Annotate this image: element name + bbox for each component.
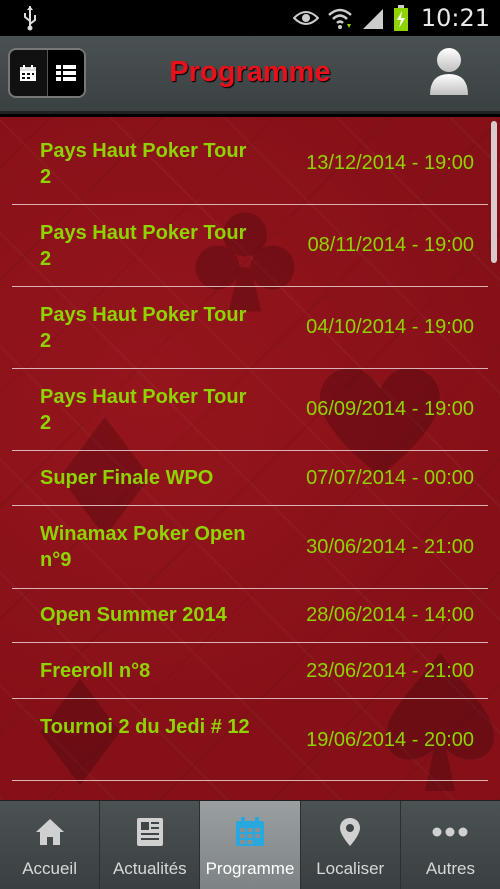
tab-label: Localiser [316,859,385,878]
event-name: Pays Haut Poker Tour 2 [40,222,247,270]
event-date: 07/07/2014 - 00:00 [306,467,474,489]
bottom-nav: Accueil Actualités Programme Localiser A… [0,800,500,889]
usb-icon [24,6,36,31]
tab-programme[interactable]: Programme [200,801,301,889]
event-name: Winamax Poker Open n°9 [40,523,246,571]
tab-autres[interactable]: Autres [400,801,500,889]
tab-accueil[interactable]: Accueil [0,801,101,889]
event-date: 23/06/2014 - 21:00 [306,660,474,682]
home-icon [35,819,64,845]
event-date: 30/06/2014 - 21:00 [306,536,474,558]
event-date: 04/10/2014 - 19:00 [306,316,474,338]
list-item[interactable]: Freeroll n°8 23/06/2014 - 21:00 [12,643,488,699]
event-name: Freeroll n°8 [40,660,151,682]
page-title: Programme [169,56,331,88]
tab-label: Autres [425,859,475,878]
event-date: 19/06/2014 - 20:00 [306,729,474,751]
calendar-icon [236,817,264,846]
location-pin-icon [340,818,361,846]
wifi-icon [327,8,352,29]
scrollbar[interactable] [491,121,497,263]
list-item[interactable]: Pays Haut Poker Tour 2 04/10/2014 - 19:0… [12,287,488,369]
tab-actualites[interactable]: Actualités [100,801,201,889]
event-name: Tournoi 2 du Jedi # 12 [40,716,250,738]
newspaper-icon [136,818,163,846]
tab-label: Actualités [112,859,187,878]
status-bar: 10:21 [0,0,500,36]
list-item[interactable]: Pays Haut Poker Tour 2 06/09/2014 - 19:0… [12,369,488,451]
event-date: 06/09/2014 - 19:00 [306,398,474,420]
list-item[interactable]: Pays Haut Poker Tour 2 08/11/2014 - 19:0… [12,205,488,287]
tab-label: Accueil [22,859,77,878]
event-date: 28/06/2014 - 14:00 [306,604,474,626]
tab-label: Programme [205,859,295,878]
event-date: 13/12/2014 - 19:00 [306,152,474,174]
signal-icon [362,9,383,29]
more-dots-icon [432,827,468,837]
list-item[interactable]: Open Summer 2014 28/06/2014 - 14:00 [12,589,488,643]
event-name: Pays Haut Poker Tour 2 [40,304,247,352]
clock: 10:21 [420,4,490,32]
event-name: Super Finale WPO [40,467,214,489]
eye-icon [292,11,319,25]
list-item[interactable]: Winamax Poker Open n°9 30/06/2014 - 21:0… [12,506,488,589]
event-name: Open Summer 2014 [40,604,227,626]
battery-icon [393,5,408,31]
event-date: 08/11/2014 - 19:00 [307,234,474,256]
user-profile-icon[interactable] [428,47,470,97]
event-list[interactable]: Pays Haut Poker Tour 2 13/12/2014 - 19:0… [0,117,500,800]
app-header: Programme [0,36,500,114]
list-item[interactable]: Tournoi 2 du Jedi # 12 19/06/2014 - 20:0… [12,699,488,781]
event-name: Pays Haut Poker Tour 2 [40,386,247,434]
tab-localiser[interactable]: Localiser [300,801,401,889]
list-item[interactable]: Super Finale WPO 07/07/2014 - 00:00 [12,451,488,506]
list-item[interactable]: Pays Haut Poker Tour 2 13/12/2014 - 19:0… [12,117,488,205]
event-name: Pays Haut Poker Tour 2 [40,140,247,188]
